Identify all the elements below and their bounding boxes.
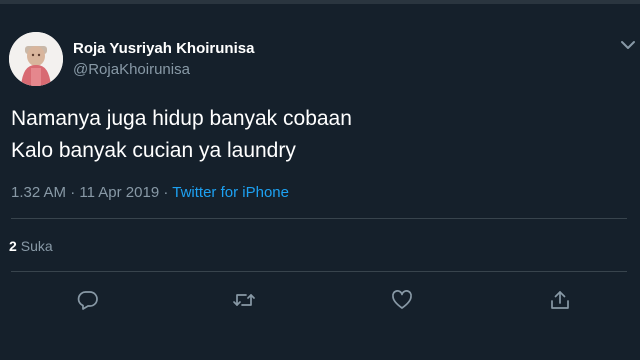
retweet-icon [232,289,256,311]
meta-separator: · [159,184,173,201]
tweet-date[interactable]: 11 Apr 2019 [79,184,159,201]
like-button[interactable] [389,287,415,313]
reply-icon [77,289,99,311]
share-button[interactable] [547,287,573,313]
tweet-meta: 1.32 AM · 11 Apr 2019 · Twitter for iPho… [11,184,289,201]
divider [11,218,627,219]
display-name[interactable]: Roja Yusriyah Khoirunisa [73,40,254,57]
divider [11,271,627,272]
chevron-down-icon[interactable] [618,38,638,52]
reply-button[interactable] [75,287,101,313]
user-handle[interactable]: @RojaKhoirunisa [73,61,190,78]
avatar[interactable] [9,32,63,86]
tweet-text-line: Kalo banyak cucian ya laundry [11,139,296,162]
likes-label: Suka [20,238,53,254]
retweet-button[interactable] [231,287,257,313]
meta-separator: · [66,184,80,201]
share-icon [549,289,571,311]
likes-count: 2 [9,238,17,254]
likes-stat[interactable]: 2 Suka [9,238,53,254]
tweet-source-link[interactable]: Twitter for iPhone [172,184,289,201]
top-edge [0,0,640,4]
heart-icon [391,289,413,311]
tweet-detail: Roja Yusriyah Khoirunisa @RojaKhoirunisa… [0,0,640,360]
tweet-text-line: Namanya juga hidup banyak cobaan [11,107,352,130]
tweet-time[interactable]: 1.32 AM [11,184,66,201]
avatar-image [9,32,63,86]
tweet-text: Namanya juga hidup banyak cobaan Kalo ba… [11,103,352,167]
